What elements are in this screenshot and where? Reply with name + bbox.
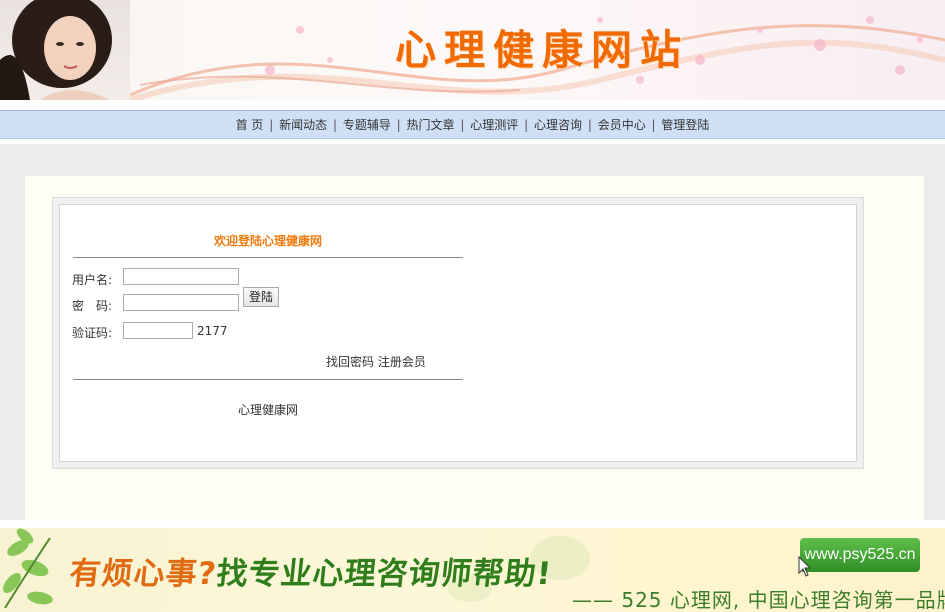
nav-item-admin-login[interactable]: 管理登陆 bbox=[661, 118, 709, 132]
nav-separator: | bbox=[587, 118, 592, 132]
nav-item-home[interactable]: 首 页 bbox=[236, 118, 264, 132]
login-button[interactable]: 登陆 bbox=[243, 287, 280, 307]
site-title: 心理健康网站 bbox=[395, 26, 689, 74]
nav-item-consulting[interactable]: 心理咨询 bbox=[534, 118, 582, 132]
divider bbox=[73, 257, 463, 258]
nav-separator: | bbox=[651, 118, 656, 132]
password-input[interactable] bbox=[123, 294, 239, 311]
main-nav: 首 页 | 新闻动态 | 专题辅导 | 热门文章 | 心理测评 | 心理咨询 |… bbox=[0, 111, 945, 139]
nav-separator: | bbox=[269, 118, 274, 132]
account-links: 找回密码 注册会员 bbox=[326, 353, 426, 370]
login-panel-frame: 欢迎登陆心理健康网 用户名: 密 码: 登陆 验证码: 2177 找回密码 注册… bbox=[52, 197, 864, 469]
forgot-password-link[interactable]: 找回密码 bbox=[326, 355, 374, 369]
nav-separator: | bbox=[524, 118, 529, 132]
header-banner: 心理健康网站 bbox=[0, 0, 945, 100]
ad-headline-part2: 找专业心理咨询师帮助! bbox=[214, 556, 554, 592]
captcha-code: 2177 bbox=[197, 324, 228, 338]
username-label: 用户名: bbox=[72, 273, 113, 287]
register-link[interactable]: 注册会员 bbox=[378, 355, 426, 369]
nav-separator: | bbox=[332, 118, 337, 132]
divider bbox=[73, 379, 463, 380]
ad-url-button[interactable]: www.psy525.cn bbox=[800, 538, 920, 572]
captcha-label: 验证码: bbox=[72, 326, 113, 340]
ad-headline: 有烦心事?找专业心理咨询师帮助! bbox=[68, 548, 555, 593]
captcha-input[interactable] bbox=[123, 322, 193, 339]
nav-separator: | bbox=[460, 118, 465, 132]
login-panel: 欢迎登陆心理健康网 用户名: 密 码: 登陆 验证码: 2177 找回密码 注册… bbox=[59, 204, 857, 462]
main-area: 欢迎登陆心理健康网 用户名: 密 码: 登陆 验证码: 2177 找回密码 注册… bbox=[0, 144, 945, 520]
model-photo bbox=[0, 0, 130, 100]
site-name-footer: 心理健康网 bbox=[237, 403, 298, 417]
nav-item-member-center[interactable]: 会员中心 bbox=[598, 118, 646, 132]
password-label: 密 码: bbox=[72, 299, 113, 313]
nav-item-articles[interactable]: 热门文章 bbox=[407, 118, 455, 132]
ad-banner[interactable]: 有烦心事?找专业心理咨询师帮助! www.psy525.cn —— 525 心理… bbox=[0, 528, 945, 612]
nav-item-news[interactable]: 新闻动态 bbox=[279, 118, 327, 132]
nav-item-tests[interactable]: 心理测评 bbox=[470, 118, 518, 132]
content-area: 欢迎登陆心理健康网 用户名: 密 码: 登陆 验证码: 2177 找回密码 注册… bbox=[25, 176, 924, 520]
ad-tagline: —— 525 心理网, 中国心理咨询第一品牌! bbox=[572, 588, 945, 612]
welcome-heading: 欢迎登陆心理健康网 bbox=[213, 234, 322, 248]
nav-separator: | bbox=[396, 118, 401, 132]
nav-item-topics[interactable]: 专题辅导 bbox=[343, 118, 391, 132]
cursor-icon bbox=[798, 556, 812, 577]
ad-headline-part1: 有烦心事? bbox=[67, 556, 219, 592]
username-input[interactable] bbox=[123, 268, 239, 285]
